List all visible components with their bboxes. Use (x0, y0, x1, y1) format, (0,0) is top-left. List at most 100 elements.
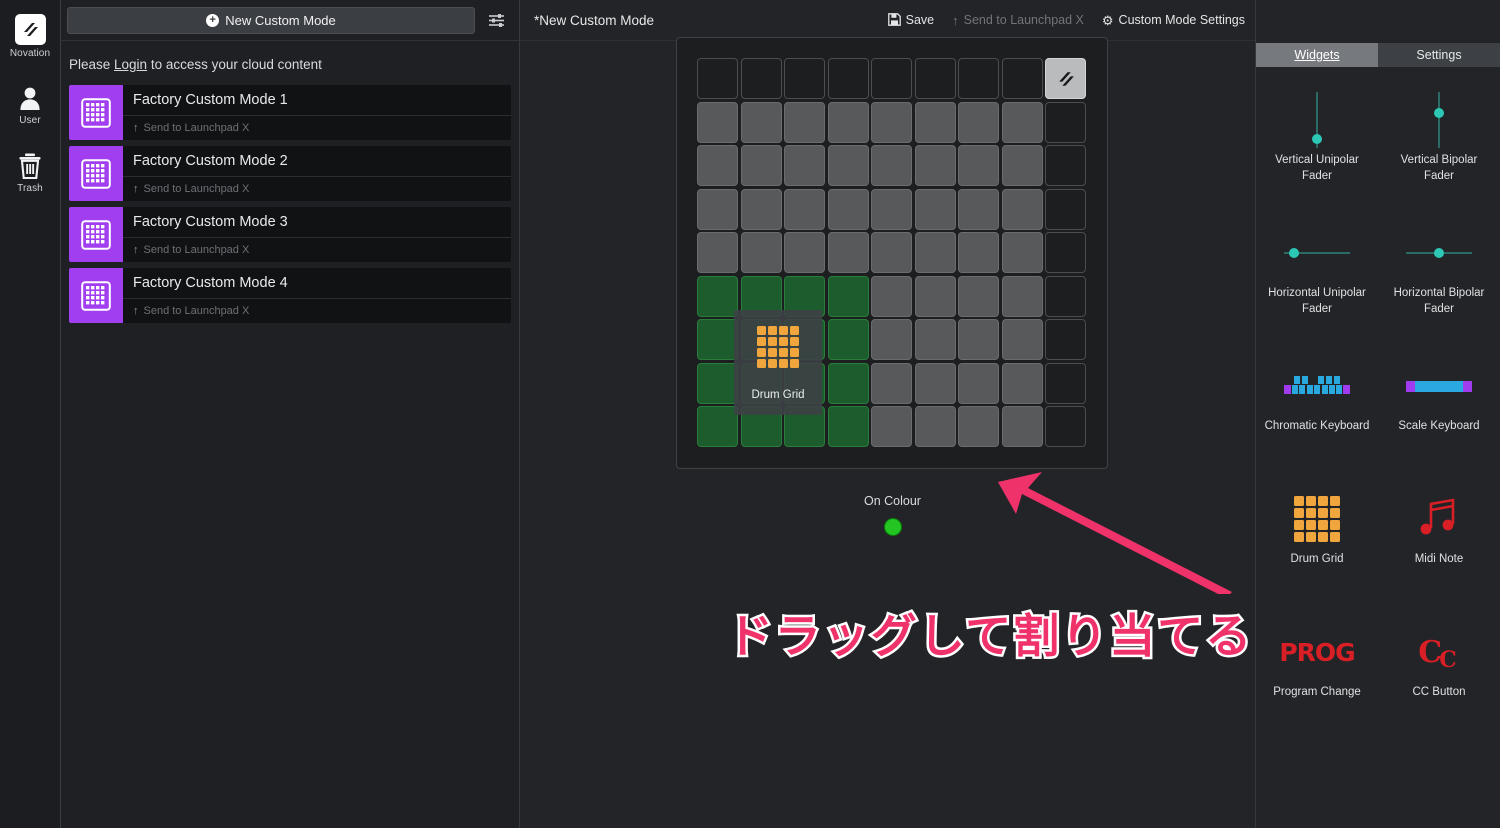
pad-r1-c3[interactable] (784, 58, 825, 99)
on-colour-swatch[interactable] (883, 518, 902, 536)
pad-r4-c4[interactable] (827, 188, 869, 230)
pad-r8-c2[interactable] (740, 362, 782, 404)
pad-r8-c5[interactable] (871, 362, 912, 404)
pad-r5-c8[interactable] (1001, 232, 1043, 273)
pad-r6-c2[interactable] (740, 275, 782, 317)
pad-r5-c5[interactable] (871, 232, 912, 273)
pad-r3-c2[interactable] (740, 145, 782, 186)
mode-list-item[interactable]: Factory Custom Mode 2 ↑ Send to Launchpad … (69, 146, 511, 201)
pad-r4-c2[interactable] (740, 188, 782, 230)
widget-item-horizontal-bipolar-fader[interactable]: Horizontal Bipolar Fader (1378, 210, 1500, 343)
pad-r4-c1[interactable] (697, 188, 738, 230)
pad-r5-c6[interactable] (914, 232, 956, 273)
mode-list-item[interactable]: Factory Custom Mode 3 ↑ Send to Launchpad … (69, 207, 511, 262)
rail-item-user[interactable]: User (1, 85, 59, 126)
pad-r1-c8[interactable] (1001, 58, 1043, 99)
pad-r4-c5[interactable] (871, 188, 912, 230)
widget-item-drum-grid[interactable]: Drum Grid (1256, 476, 1378, 609)
pad-r5-c4[interactable] (827, 232, 869, 273)
pad-r2-c8[interactable] (1001, 101, 1043, 143)
pad-r4-c9[interactable] (1045, 188, 1086, 230)
pad-r3-c1[interactable] (697, 145, 738, 186)
pad-r6-c9[interactable] (1045, 275, 1086, 317)
pad-r2-c5[interactable] (871, 101, 912, 143)
widget-item-program-change[interactable]: PROG Program Change (1256, 609, 1378, 742)
pad-r9-c5[interactable] (871, 406, 912, 447)
pad-r6-c4[interactable] (827, 275, 869, 317)
pad-r6-c8[interactable] (1001, 275, 1043, 317)
pad-r1-c4[interactable] (827, 58, 869, 99)
tab-widgets[interactable]: Widgets (1256, 43, 1378, 67)
pad-r3-c5[interactable] (871, 145, 912, 186)
pad-r8-c6[interactable] (914, 362, 956, 404)
widget-item-cc-button[interactable]: CC CC Button (1378, 609, 1500, 742)
new-custom-mode-button[interactable]: + New Custom Mode (67, 6, 475, 34)
pad-r8-c7[interactable] (958, 362, 999, 404)
pad-r5-c3[interactable] (784, 232, 825, 273)
pad-r2-c7[interactable] (958, 101, 999, 143)
pad-r7-c7[interactable] (958, 319, 999, 360)
pad-r9-c7[interactable] (958, 406, 999, 447)
pad-r2-c6[interactable] (914, 101, 956, 143)
pad-r8-c4[interactable] (827, 362, 869, 404)
rail-item-novation[interactable]: Novation (1, 14, 59, 59)
pad-r8-c9[interactable] (1045, 362, 1086, 404)
custom-mode-settings-button[interactable]: ⚙ Custom Mode Settings (1102, 13, 1245, 27)
pad-r2-c2[interactable] (740, 101, 782, 143)
sliders-icon[interactable] (481, 7, 511, 34)
pad-r3-c3[interactable] (784, 145, 825, 186)
pad-r7-c2[interactable] (740, 319, 782, 360)
pad-r6-c7[interactable] (958, 275, 999, 317)
pad-r8-c1[interactable] (697, 362, 738, 404)
widget-item-vertical-bipolar-fader[interactable]: Vertical Bipolar Fader (1378, 77, 1500, 210)
tab-settings[interactable]: Settings (1378, 43, 1500, 67)
pad-r8-c8[interactable] (1001, 362, 1043, 404)
pad-r9-c1[interactable] (697, 406, 738, 447)
pad-r3-c9[interactable] (1045, 145, 1086, 186)
pad-r7-c9[interactable] (1045, 319, 1086, 360)
widget-item-horizontal-unipolar-fader[interactable]: Horizontal Unipolar Fader (1256, 210, 1378, 343)
pad-r5-c9[interactable] (1045, 232, 1086, 273)
pad-r2-c9[interactable] (1045, 101, 1086, 143)
pad-r8-c3[interactable] (784, 362, 825, 404)
pad-r9-c9[interactable] (1045, 406, 1086, 447)
pad-r9-c6[interactable] (914, 406, 956, 447)
pad-r6-c3[interactable] (784, 275, 825, 317)
mode-send-to-launchpad[interactable]: ↑ Send to Launchpad X (123, 238, 511, 262)
widget-item-vertical-unipolar-fader[interactable]: Vertical Unipolar Fader (1256, 77, 1378, 210)
pad-r1-c7[interactable] (958, 58, 999, 99)
widget-item-chromatic-keyboard[interactable]: Chromatic Keyboard (1256, 343, 1378, 476)
pad-r7-c8[interactable] (1001, 319, 1043, 360)
mode-list-item[interactable]: Factory Custom Mode 4 ↑ Send to Launchpad … (69, 268, 511, 323)
pad-r1-c5[interactable] (871, 58, 912, 99)
pad-r5-c2[interactable] (740, 232, 782, 273)
pad-r4-c7[interactable] (958, 188, 999, 230)
rail-item-trash[interactable]: Trash (1, 152, 59, 194)
pad-r9-c4[interactable] (827, 406, 869, 447)
pad-r1-c9[interactable] (1045, 58, 1086, 99)
pad-r4-c6[interactable] (914, 188, 956, 230)
pad-r7-c4[interactable] (827, 319, 869, 360)
pad-r9-c8[interactable] (1001, 406, 1043, 447)
pad-r3-c8[interactable] (1001, 145, 1043, 186)
pad-r7-c3[interactable] (784, 319, 825, 360)
login-link[interactable]: Login (114, 57, 147, 72)
pad-r1-c1[interactable] (697, 58, 738, 99)
pad-r4-c8[interactable] (1001, 188, 1043, 230)
pad-r6-c5[interactable] (871, 275, 912, 317)
mode-send-to-launchpad[interactable]: ↑ Send to Launchpad X (123, 299, 511, 323)
pad-r4-c3[interactable] (784, 188, 825, 230)
pad-r6-c1[interactable] (697, 275, 738, 317)
pad-r2-c1[interactable] (697, 101, 738, 143)
pad-r6-c6[interactable] (914, 275, 956, 317)
pad-r3-c4[interactable] (827, 145, 869, 186)
pad-r3-c7[interactable] (958, 145, 999, 186)
mode-send-to-launchpad[interactable]: ↑ Send to Launchpad X (123, 116, 511, 140)
widget-item-scale-keyboard[interactable]: Scale Keyboard (1378, 343, 1500, 476)
pad-r7-c1[interactable] (697, 319, 738, 360)
send-to-launchpad-button[interactable]: ↑ Send to Launchpad X (952, 13, 1084, 27)
mode-send-to-launchpad[interactable]: ↑ Send to Launchpad X (123, 177, 511, 201)
mode-list-item[interactable]: Factory Custom Mode 1 ↑ Send to Launchpad … (69, 85, 511, 140)
pad-r7-c6[interactable] (914, 319, 956, 360)
pad-r9-c3[interactable] (784, 406, 825, 447)
